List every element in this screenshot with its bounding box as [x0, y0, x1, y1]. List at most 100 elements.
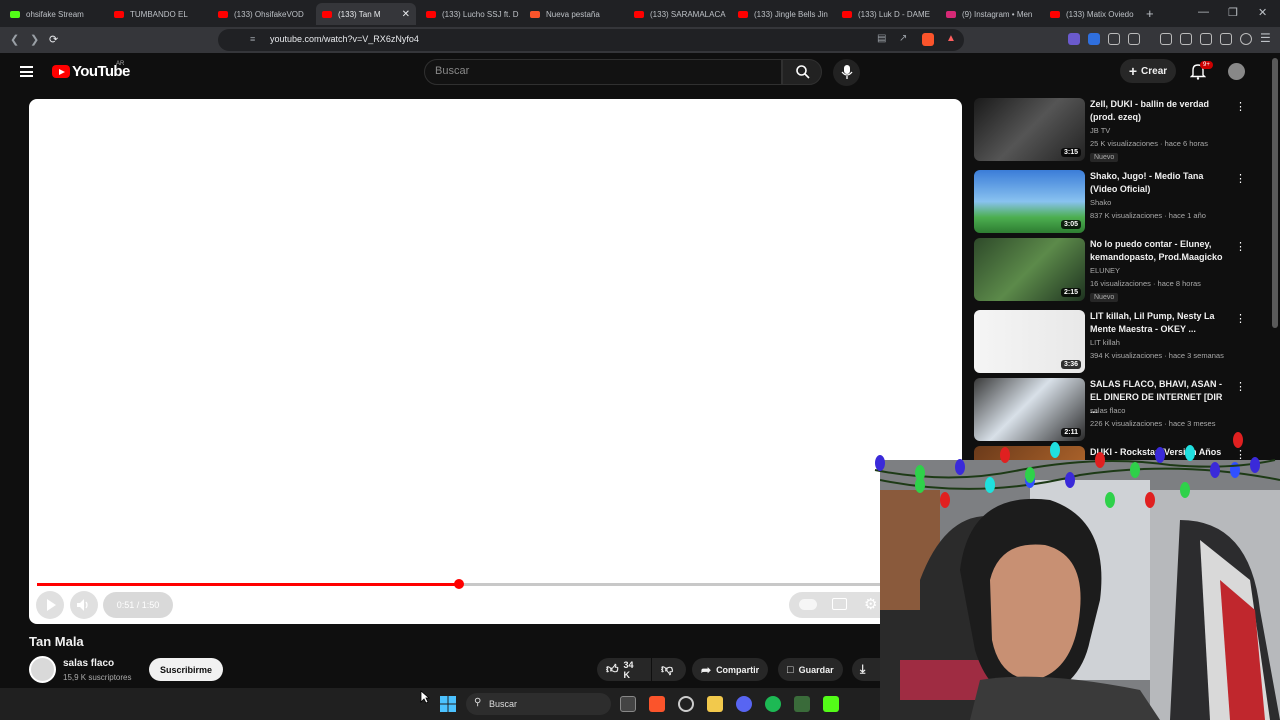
- extension-icon[interactable]: [1088, 33, 1100, 45]
- more-actions-icon[interactable]: ⋮: [1235, 240, 1246, 253]
- volume-button[interactable]: [70, 591, 98, 619]
- recommended-channel-name[interactable]: ELUNEY: [1090, 266, 1120, 275]
- channel-name[interactable]: salas flaco: [63, 658, 114, 669]
- new-tab-button[interactable]: +: [1146, 6, 1154, 21]
- recommended-video-title[interactable]: Zell, DUKI - ballin de verdad (prod. eze…: [1090, 98, 1225, 124]
- recommended-video[interactable]: 2:15 No lo puedo contar - Eluney, kemando…: [974, 238, 1264, 302]
- play-button[interactable]: [36, 591, 64, 619]
- task-view-icon[interactable]: [620, 696, 636, 712]
- share-page-icon[interactable]: ↗: [899, 33, 907, 44]
- create-label: Crear: [1141, 65, 1168, 77]
- browser-tab[interactable]: (9) Instagram • Men: [940, 3, 1040, 25]
- extensions-icon[interactable]: [1108, 33, 1120, 45]
- close-tab-icon[interactable]: ✕: [402, 9, 410, 20]
- scrubber-handle[interactable]: [454, 579, 465, 589]
- recommended-video-meta: 16 visualizaciones · hace 8 horas: [1090, 279, 1201, 288]
- kick-icon[interactable]: [823, 696, 839, 712]
- forward-icon[interactable]: ❯: [30, 33, 39, 46]
- media-icon[interactable]: [1160, 33, 1172, 45]
- like-button[interactable]: 👍︎ 34 K: [597, 658, 651, 681]
- recommended-channel-name[interactable]: LIT killah: [1090, 338, 1120, 347]
- search-input[interactable]: [435, 65, 765, 77]
- close-window-icon[interactable]: ✕: [1258, 6, 1267, 19]
- vpn-icon[interactable]: [1240, 33, 1252, 45]
- file-explorer-icon[interactable]: [707, 696, 723, 712]
- screenshot-icon[interactable]: [1128, 33, 1140, 45]
- brave-browser-icon[interactable]: [649, 696, 665, 712]
- recommended-video-title[interactable]: No lo puedo contar - Eluney, kemandopast…: [1090, 238, 1225, 264]
- browser-tab[interactable]: (133) Luk D - DAME: [836, 3, 936, 25]
- save-button[interactable]: □ Guardar: [778, 658, 843, 681]
- tab-favicon-icon: [10, 10, 20, 18]
- browser-tab[interactable]: (133) SARAMALACA: [628, 3, 728, 25]
- recommended-video[interactable]: 3:05 Shako, Jugo! - Medio Tana (Video Ofi…: [974, 170, 1264, 234]
- site-info-icon[interactable]: ≡: [250, 34, 255, 44]
- account-avatar[interactable]: [1228, 63, 1245, 80]
- wallet-icon[interactable]: [1200, 33, 1212, 45]
- discord-icon[interactable]: [736, 696, 752, 712]
- windows-start-icon[interactable]: [440, 696, 456, 712]
- browser-tab[interactable]: (133) Lucho SSJ ft. D: [420, 3, 520, 25]
- video-thumbnail[interactable]: 3:15: [974, 98, 1085, 161]
- obs-icon[interactable]: [678, 696, 694, 712]
- recommended-video[interactable]: 3:36 LIT killah, Lil Pump, Nesty La Mente…: [974, 310, 1264, 374]
- leo-ai-icon[interactable]: [1220, 33, 1232, 45]
- more-actions-icon[interactable]: ⋮: [1235, 380, 1246, 393]
- video-player[interactable]: 0:51 / 1:50 ⚙: [29, 99, 962, 624]
- extension-icon[interactable]: [1068, 33, 1080, 45]
- progress-bar[interactable]: [37, 579, 955, 589]
- voice-search-button[interactable]: [833, 59, 860, 86]
- browser-tab[interactable]: (133) Tan M ✕: [316, 3, 416, 25]
- tab-favicon-icon: [1050, 10, 1060, 18]
- share-button[interactable]: ➦ Compartir: [692, 658, 769, 681]
- recommended-video-title[interactable]: Shako, Jugo! - Medio Tana (Video Oficial…: [1090, 170, 1225, 196]
- guide-menu-icon[interactable]: [20, 66, 33, 77]
- browser-tab[interactable]: ohsifake Stream: [4, 3, 104, 25]
- browser-tab[interactable]: (133) Matix Oviedo: [1044, 3, 1144, 25]
- autoplay-toggle[interactable]: [799, 599, 817, 610]
- time-display: 0:51 / 1:50: [103, 592, 173, 618]
- create-button[interactable]: + Crear: [1120, 59, 1176, 83]
- youtube-logo-icon[interactable]: [52, 65, 70, 78]
- search-button[interactable]: [782, 59, 822, 85]
- browser-tab[interactable]: TUMBANDO EL: [108, 3, 208, 25]
- dislike-button[interactable]: 👎︎: [652, 658, 686, 681]
- thumbs-up-icon: 👍︎: [606, 662, 619, 676]
- spotify-icon[interactable]: [765, 696, 781, 712]
- subscribe-button[interactable]: Suscribirme: [149, 658, 223, 681]
- menu-icon[interactable]: ☰: [1260, 31, 1271, 45]
- browser-tab[interactable]: Nueva pestaña: [524, 3, 624, 25]
- more-actions-icon[interactable]: ⋮: [1235, 312, 1246, 325]
- more-actions-icon[interactable]: ⋮: [1235, 100, 1246, 113]
- recommended-video-title[interactable]: LIT killah, Lil Pump, Nesty La Mente Mae…: [1090, 310, 1225, 336]
- video-thumbnail[interactable]: 2:15: [974, 238, 1085, 301]
- channel-avatar[interactable]: [29, 656, 56, 683]
- taskbar-search[interactable]: ⚲ Buscar: [466, 693, 611, 715]
- search-icon: [796, 65, 810, 79]
- video-thumbnail[interactable]: 3:05: [974, 170, 1085, 233]
- recommended-channel-name[interactable]: JB TV: [1090, 126, 1110, 135]
- more-actions-icon[interactable]: ⋮: [1235, 172, 1246, 185]
- scrollbar-thumb[interactable]: [1272, 58, 1278, 328]
- url-bar[interactable]: ≡ youtube.com/watch?v=V_RX6zNyfo4 ▤ ↗ ▲: [218, 29, 964, 51]
- video-thumbnail[interactable]: 3:36: [974, 310, 1085, 373]
- back-icon[interactable]: ❮: [10, 33, 19, 46]
- minimize-icon[interactable]: —: [1198, 6, 1209, 18]
- app-icon[interactable]: [794, 696, 810, 712]
- settings-gear-icon[interactable]: ⚙: [864, 595, 877, 613]
- reload-icon[interactable]: ⟳: [49, 33, 58, 46]
- maximize-icon[interactable]: ❐: [1228, 6, 1238, 19]
- browser-tab[interactable]: (133) Jingle Bells Jin: [732, 3, 832, 25]
- like-count: 34 K: [623, 659, 634, 680]
- recommended-channel-name[interactable]: Shako: [1090, 198, 1111, 207]
- recommended-video[interactable]: 3:15 Zell, DUKI - ballin de verdad (prod.…: [974, 98, 1264, 162]
- brave-rewards-icon[interactable]: ▲: [946, 33, 956, 44]
- subtitles-icon[interactable]: [832, 598, 847, 610]
- sidebar-icon[interactable]: [1180, 33, 1192, 45]
- streamer-camera-image: [880, 460, 1280, 720]
- cast-icon[interactable]: ▤: [877, 33, 886, 44]
- brave-shields-icon[interactable]: [922, 33, 934, 46]
- recommended-channel-name[interactable]: salas flaco: [1090, 406, 1125, 415]
- browser-tab[interactable]: (133) OhsifakeVOD: [212, 3, 312, 25]
- download-button[interactable]: ⤓: [852, 658, 880, 681]
